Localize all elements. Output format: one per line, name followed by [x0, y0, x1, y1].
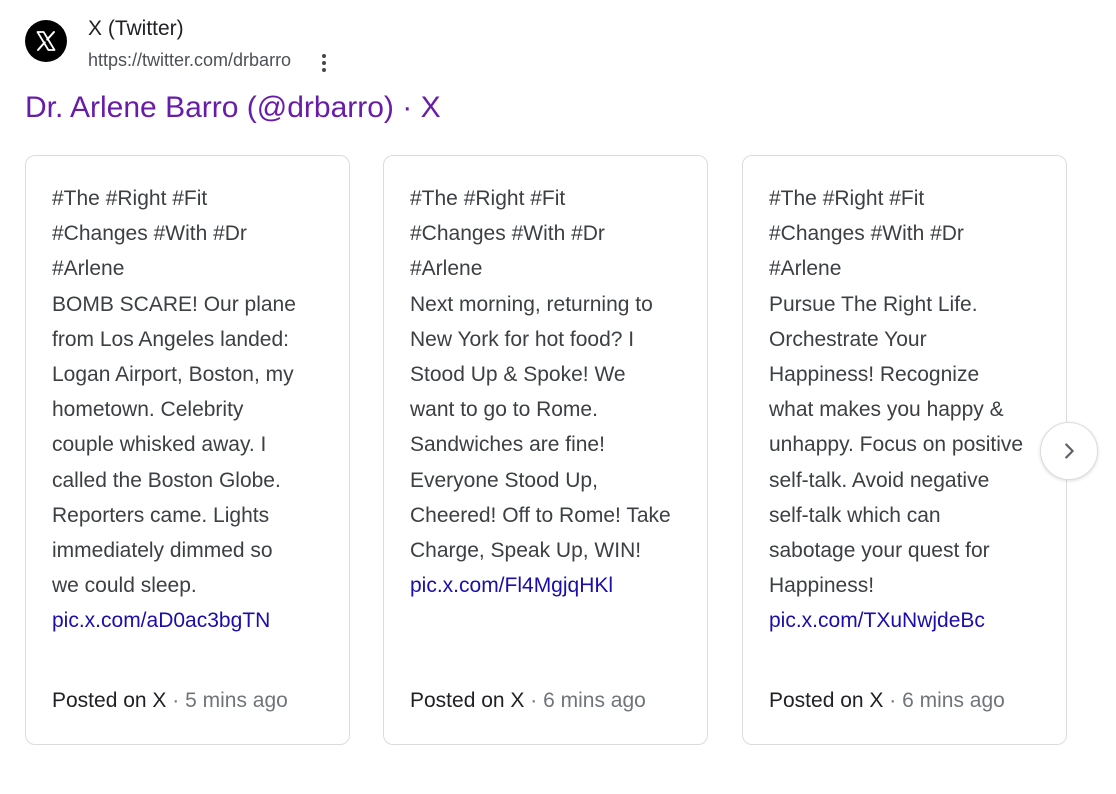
- post-line: #Changes #With #Dr: [410, 222, 605, 246]
- x-logo-glyph: [36, 31, 56, 51]
- post-line: #Arlene: [410, 257, 483, 281]
- post-line: #The #Right #Fit: [410, 187, 566, 210]
- post-line: Next morning, returning to: [410, 292, 653, 316]
- post-text: #The #Right #Fit #Changes #With #Dr #Arl…: [769, 181, 1059, 639]
- post-line: Sandwiches are fine!: [410, 433, 605, 457]
- posted-on-label: Posted on X: [52, 689, 167, 712]
- post-time: 6 mins ago: [902, 689, 1005, 712]
- post-image-link[interactable]: pic.x.com/Fl4MgjqHKl: [410, 568, 700, 603]
- kebab-dot: [322, 61, 327, 65]
- posted-on-label: Posted on X: [410, 689, 525, 712]
- post-line: Logan Airport, Boston, my: [52, 363, 294, 387]
- post-line: #Changes #With #Dr: [52, 222, 247, 246]
- search-result: X (Twitter) https://twitter.com/drbarro …: [0, 0, 1116, 794]
- x-logo-icon: [25, 20, 67, 62]
- post-footer: Posted on X · 6 mins ago: [410, 686, 646, 716]
- post-line: #Changes #With #Dr: [769, 222, 964, 246]
- post-line: self-talk. Avoid negative: [769, 468, 990, 492]
- post-line: Orchestrate Your: [769, 327, 927, 351]
- post-line: called the Boston Globe.: [52, 468, 281, 492]
- meta-separator: ·: [889, 689, 897, 712]
- post-line: immediately dimmed so: [52, 539, 273, 563]
- post-line: Stood Up & Spoke! We: [410, 363, 626, 387]
- site-name: X (Twitter): [88, 17, 184, 40]
- post-line: unhappy. Focus on positive: [769, 433, 1024, 457]
- posted-on-label: Posted on X: [769, 689, 884, 712]
- post-line: want to go to Rome.: [410, 398, 598, 422]
- meta-separator: ·: [172, 689, 180, 712]
- post-line: #The #Right #Fit: [769, 187, 925, 210]
- post-line: couple whisked away. I: [52, 433, 267, 457]
- post-image-link[interactable]: pic.x.com/TXuNwjdeBc: [769, 603, 1059, 638]
- post-card-1[interactable]: #The #Right #Fit #Changes #With #Dr #Arl…: [25, 155, 350, 745]
- kebab-dot: [322, 68, 327, 72]
- more-vert-icon[interactable]: [317, 51, 331, 75]
- site-url-row: https://twitter.com/drbarro: [88, 45, 331, 75]
- post-line: self-talk which can: [769, 503, 941, 527]
- post-line: Cheered! Off to Rome! Take: [410, 503, 671, 527]
- post-line: #The #Right #Fit: [52, 187, 208, 210]
- post-line: sabotage your quest for: [769, 539, 990, 563]
- post-line: Happiness!: [769, 574, 875, 598]
- result-title-link[interactable]: Dr. Arlene Barro (@drbarro) · X: [25, 89, 441, 127]
- post-line: Charge, Speak Up, WIN!: [410, 539, 642, 563]
- meta-separator: ·: [530, 689, 538, 712]
- post-line: we could sleep.: [52, 574, 197, 598]
- post-line: #Arlene: [769, 257, 842, 281]
- post-line: what makes you happy &: [769, 398, 1004, 422]
- post-line: from Los Angeles landed:: [52, 327, 289, 351]
- post-text: #The #Right #Fit #Changes #With #Dr #Arl…: [410, 181, 700, 603]
- chevron-right-icon: [1065, 443, 1074, 459]
- post-card-2[interactable]: #The #Right #Fit #Changes #With #Dr #Arl…: [383, 155, 708, 745]
- post-line: New York for hot food? I: [410, 327, 635, 351]
- post-line: Happiness! Recognize: [769, 363, 980, 387]
- site-header[interactable]: X (Twitter) https://twitter.com/drbarro: [25, 16, 331, 72]
- post-footer: Posted on X · 6 mins ago: [769, 686, 1005, 716]
- post-line: Reporters came. Lights: [52, 503, 270, 527]
- post-line: hometown. Celebrity: [52, 398, 244, 422]
- site-text: X (Twitter) https://twitter.com/drbarro: [88, 16, 331, 75]
- post-time: 5 mins ago: [185, 689, 288, 712]
- post-line: BOMB SCARE! Our plane: [52, 292, 296, 316]
- site-url: https://twitter.com/drbarro: [88, 50, 292, 70]
- post-text: #The #Right #Fit #Changes #With #Dr #Arl…: [52, 181, 342, 639]
- kebab-dot: [322, 54, 327, 58]
- post-line: Pursue The Right Life.: [769, 292, 978, 316]
- post-image-link[interactable]: pic.x.com/aD0ac3bgTN: [52, 603, 342, 638]
- post-line: #Arlene: [52, 257, 125, 281]
- post-card-3[interactable]: #The #Right #Fit #Changes #With #Dr #Arl…: [742, 155, 1067, 745]
- post-time: 6 mins ago: [543, 689, 646, 712]
- post-line: Everyone Stood Up,: [410, 468, 598, 492]
- post-footer: Posted on X · 5 mins ago: [52, 686, 288, 716]
- carousel-next-button[interactable]: [1040, 422, 1098, 480]
